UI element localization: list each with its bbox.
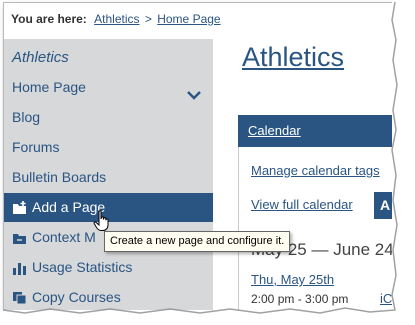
sidebar-item-label: Blog bbox=[12, 109, 41, 125]
copy-icon bbox=[12, 291, 28, 305]
torn-edge-bottom bbox=[0, 310, 415, 325]
view-full-calendar-link[interactable]: View full calendar bbox=[251, 197, 353, 212]
event-time: 2:00 pm - 3:00 pm bbox=[251, 292, 349, 306]
breadcrumb-link-athletics[interactable]: Athletics bbox=[94, 12, 139, 26]
sidebar-title: Athletics bbox=[12, 49, 69, 66]
sidebar-item-copy-courses[interactable]: Copy Courses bbox=[4, 283, 213, 311]
sidebar-item-label: Copy Courses bbox=[32, 289, 121, 305]
breadcrumb-separator: > bbox=[144, 12, 152, 26]
sidebar-item-bulletin-boards[interactable]: Bulletin Boards bbox=[4, 163, 213, 192]
sidebar-item-home-page[interactable]: Home Page bbox=[4, 73, 213, 102]
sidebar-item-label: Forums bbox=[12, 139, 60, 155]
main-content: Athletics Calendar Manage calendar tags … bbox=[213, 39, 396, 311]
event-date-link[interactable]: Thu, May 25th bbox=[251, 272, 334, 287]
sidebar-item-label: Bulletin Boards bbox=[12, 169, 107, 185]
breadcrumb: You are here: Athletics > Home Page bbox=[11, 12, 221, 26]
tooltip: Create a new page and configure it. bbox=[104, 231, 291, 252]
hand-cursor-icon bbox=[93, 210, 111, 237]
sidebar-item-blog[interactable]: Blog bbox=[4, 103, 213, 132]
sidebar-item-label: Usage Statistics bbox=[32, 259, 133, 275]
sidebar-item-label: Context M bbox=[32, 229, 96, 245]
manage-calendar-tags-link[interactable]: Manage calendar tags bbox=[251, 163, 380, 178]
event-link[interactable]: iC bbox=[380, 291, 392, 306]
sidebar-item-forums[interactable]: Forums bbox=[4, 133, 213, 162]
bar-chart-icon bbox=[12, 261, 28, 276]
context-icon bbox=[12, 231, 28, 245]
sidebar: Athletics Home Page Blog Forums Bulletin… bbox=[4, 39, 213, 311]
breadcrumb-prefix: You are here: bbox=[11, 12, 87, 26]
sidebar-item-label: Home Page bbox=[12, 79, 86, 95]
calendar-header-link[interactable]: Calendar bbox=[248, 123, 301, 138]
page-title[interactable]: Athletics bbox=[242, 42, 344, 73]
screenshot-frame: You are here: Athletics > Home Page Athl… bbox=[3, 2, 396, 311]
calendar-header: Calendar bbox=[238, 115, 396, 147]
sidebar-item-usage-statistics[interactable]: Usage Statistics bbox=[4, 253, 213, 282]
add-page-icon bbox=[12, 201, 28, 215]
torn-edge-right bbox=[392, 0, 408, 320]
breadcrumb-link-home-page[interactable]: Home Page bbox=[157, 12, 220, 26]
